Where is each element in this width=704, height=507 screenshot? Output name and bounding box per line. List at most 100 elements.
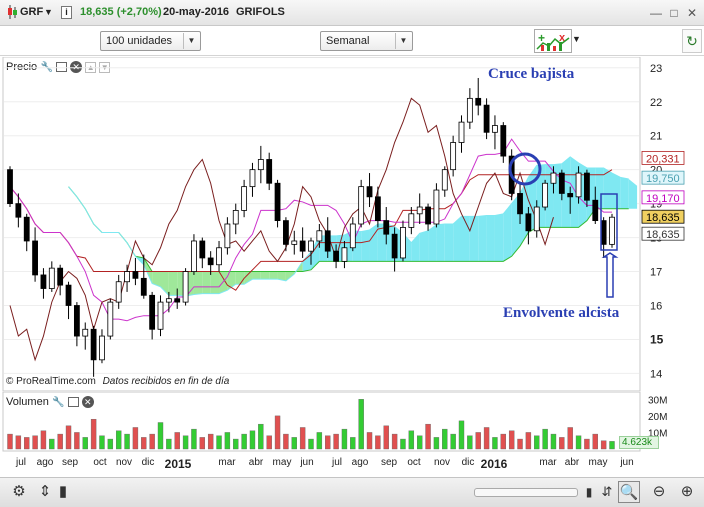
chevron-down-icon: ▼ [395,33,411,49]
x-axis-label: dic [461,457,475,468]
candle-body [542,182,549,208]
cloud-segment [168,271,178,296]
candle-body [48,267,55,289]
volume-y-tick: 30M [648,395,667,406]
volume-bar [115,430,122,450]
volume-bar [542,428,548,450]
volume-bar [500,433,507,450]
symbol-dropdown-icon[interactable]: ▼ [44,7,53,17]
volume-bar [266,435,272,450]
zoom-fit-icon[interactable]: 🔍 [618,481,640,503]
cloud-segment [235,271,245,285]
volume-bar [141,437,147,450]
candle-body [266,159,273,184]
candle-body [391,233,398,259]
volume-bar [575,435,582,450]
x-axis-label: ago [36,457,54,468]
indicators-dropdown-icon[interactable]: ▼ [572,34,581,44]
x-axis-label: jun [300,457,314,468]
candle-body [592,199,599,222]
volume-bar [124,433,130,450]
cloud-segment [494,213,504,262]
volume-chart[interactable]: 30M20M10M [0,392,704,452]
copyright-label: © ProRealTime.com [6,376,96,387]
price-badge-label: 20,331 [646,153,680,165]
volume-bar [475,432,481,450]
x-axis-label: mar [218,457,236,468]
cloud-segment [419,230,429,262]
volume-bar [525,432,532,450]
volume-bar [90,418,97,450]
candle-body [224,223,231,249]
indicators-button[interactable]: + x [534,29,572,53]
volume-bars [7,399,615,450]
maximize-icon[interactable]: □ [666,5,682,21]
volume-bar [65,425,72,450]
candle-body [408,213,415,228]
volume-bar [249,430,256,450]
price-badge-label: 18,635 [646,229,680,241]
y-tick-label: 15 [650,332,664,346]
zoom-out-icon[interactable]: ⊖ [648,481,670,503]
cloud-segment [152,271,161,287]
x-axis-label: dic [141,457,155,468]
candle-body [358,186,365,225]
volume-bar [333,433,339,450]
x-axis-label: sep [380,457,398,468]
annotation-cross-label: Cruce bajista [488,66,575,82]
volume-bar [508,430,515,450]
candle-body [283,220,289,245]
candle-body [124,271,130,283]
price-change-label: 18,635 (+2,70%) [80,6,162,18]
volume-bar [157,422,164,450]
volume-bar [15,435,22,450]
volume-bar [182,435,189,450]
candlestick-type-icon[interactable]: ▮ [52,481,74,503]
candle-body [165,298,172,303]
volume-bar [442,428,448,450]
volume-bar [325,435,331,450]
candle-body [475,97,482,106]
volume-bar [224,432,231,450]
volume-bar [308,438,314,450]
info-icon[interactable]: i [61,6,72,19]
volume-bar [483,427,490,450]
candle-body [525,213,532,232]
toolbar: 100 unidades ▼ Semanal ▼ + x ▼ ↻ [0,26,704,56]
price-badge-label: 18,635 [646,212,680,224]
compress-icon[interactable]: ⇵ [596,481,618,503]
candle-body [316,230,323,242]
candle-body [57,267,64,286]
volume-bar [550,433,557,450]
zoom-in-icon[interactable]: ⊕ [676,481,698,503]
chart-settings-icon[interactable]: ⚙ [8,481,30,503]
history-scrollbar[interactable] [474,488,578,497]
candle-body [182,271,189,303]
candle-body [32,240,38,276]
volume-bar [517,438,523,450]
units-select[interactable]: 100 unidades ▼ [100,31,201,51]
candle-body [249,169,256,188]
close-icon[interactable]: ✕ [684,5,700,21]
volume-bar [450,433,456,450]
annotation-engulfing-label: Envolvente alcista [503,305,620,321]
volume-bar [40,430,47,450]
candle-body [115,281,122,303]
candle-body [383,220,390,235]
candle-body [40,274,47,289]
candle-body [333,250,339,262]
x-axis-label: ago [351,457,369,468]
period-select-value: Semanal [326,35,370,47]
volume-bar [458,420,465,450]
volume-bar [49,438,55,450]
price-chart[interactable]: 23222120191817161514 20,33119,75019,1701… [0,57,704,392]
minimize-icon[interactable]: — [648,5,664,21]
period-select[interactable]: Semanal ▼ [320,31,413,51]
volume-bar [74,432,80,450]
volume-bar [57,433,63,450]
refresh-button[interactable]: ↻ [682,29,702,53]
candle-body [550,172,557,184]
candle-body [584,172,590,201]
volume-bar [358,399,364,450]
y-tick-label: 17 [650,267,662,279]
